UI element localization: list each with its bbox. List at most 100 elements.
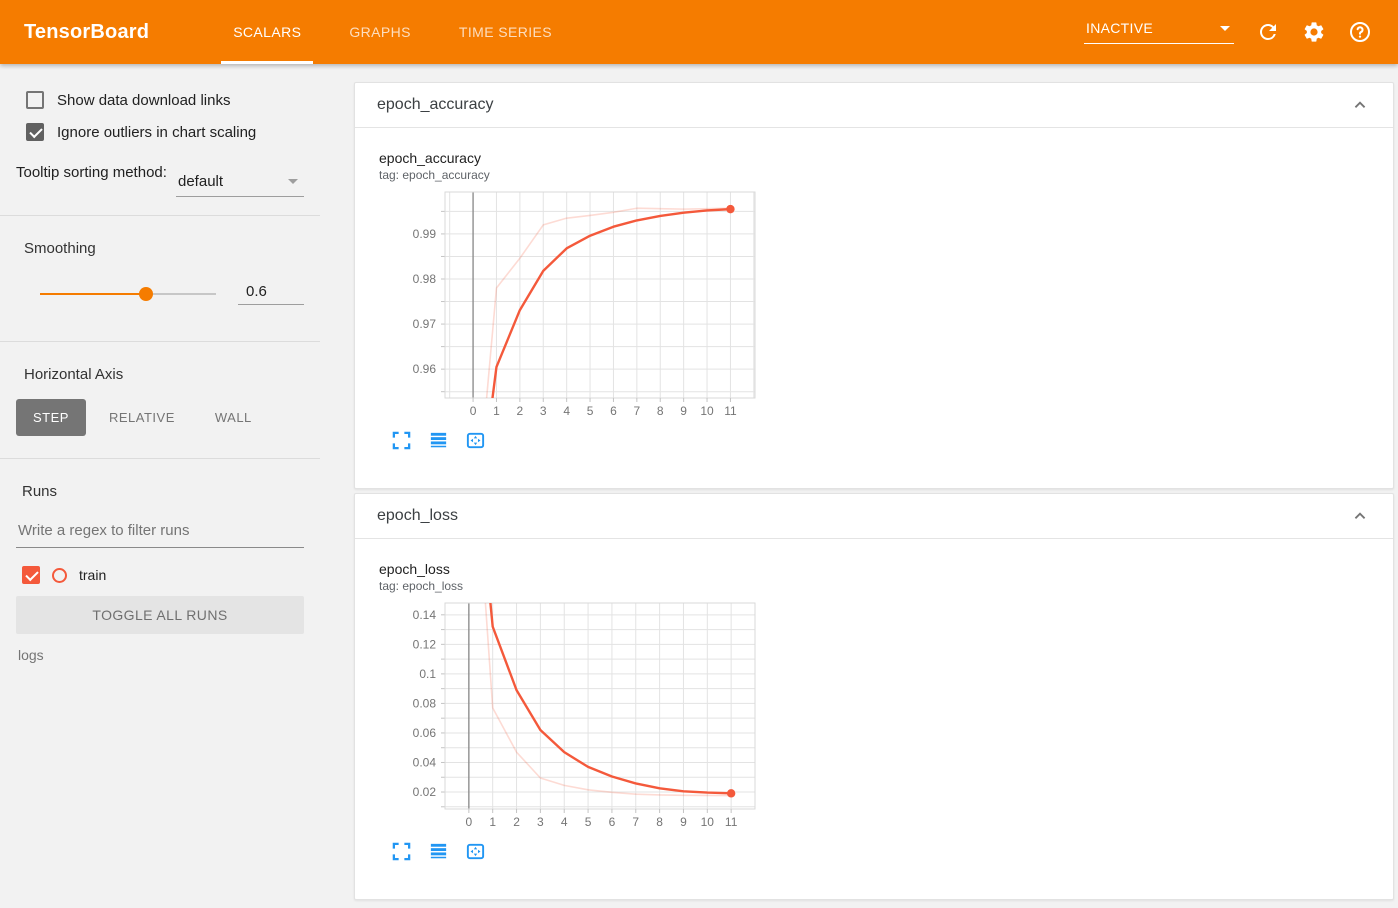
axis-step-button[interactable]: STEP <box>16 399 86 436</box>
run-train-checkbox[interactable] <box>22 566 40 584</box>
run-train-label: train <box>79 567 107 583</box>
card-group-title: epoch_loss <box>377 507 458 524</box>
svg-text:0.96: 0.96 <box>413 362 437 376</box>
toggle-all-runs-button[interactable]: TOGGLE ALL RUNS <box>16 596 304 634</box>
sidebar-divider <box>0 215 320 216</box>
svg-text:5: 5 <box>587 404 594 418</box>
svg-text:3: 3 <box>540 404 547 418</box>
svg-text:10: 10 <box>700 404 714 418</box>
nav-tabs: SCALARS GRAPHS TIME SERIES <box>209 0 576 64</box>
chart-toolbar <box>391 430 1369 451</box>
chart-title: epoch_loss <box>379 561 450 577</box>
show-download-links-checkbox[interactable] <box>26 91 44 109</box>
svg-text:0.04: 0.04 <box>413 755 437 769</box>
chevron-down-icon <box>1220 25 1230 31</box>
run-row-train: train <box>22 566 304 584</box>
runs-label: Runs <box>22 483 58 500</box>
chart-tag: tag: epoch_loss <box>379 579 464 593</box>
card-epoch-accuracy: epoch_accuracy epoch_accuracy tag: epoch… <box>354 82 1394 489</box>
fullscreen-icon[interactable] <box>391 430 412 451</box>
svg-text:9: 9 <box>680 404 687 418</box>
card-header[interactable]: epoch_accuracy <box>355 83 1393 128</box>
svg-text:2: 2 <box>517 404 524 418</box>
axis-wall-button[interactable]: WALL <box>198 399 269 436</box>
tab-scalars[interactable]: SCALARS <box>209 0 325 64</box>
svg-text:0.98: 0.98 <box>413 272 437 286</box>
svg-text:11: 11 <box>724 404 737 418</box>
log-directory-label: logs <box>18 647 44 663</box>
svg-text:4: 4 <box>561 815 568 829</box>
svg-text:5: 5 <box>585 815 592 829</box>
chart-toolbar <box>391 841 1369 862</box>
toggle-size-icon[interactable] <box>428 841 449 862</box>
svg-text:0.08: 0.08 <box>413 696 437 710</box>
svg-text:2: 2 <box>513 815 520 829</box>
tab-graphs[interactable]: GRAPHS <box>325 0 435 64</box>
svg-text:0: 0 <box>470 404 477 418</box>
card-header[interactable]: epoch_loss <box>355 494 1393 539</box>
svg-text:8: 8 <box>657 404 664 418</box>
svg-text:6: 6 <box>610 404 617 418</box>
ignore-outliers-checkbox[interactable] <box>26 123 44 141</box>
smoothing-slider-fill <box>40 293 146 295</box>
refresh-icon[interactable] <box>1256 20 1280 44</box>
smoothing-slider[interactable] <box>40 287 216 301</box>
smoothing-value[interactable]: 0.6 <box>238 283 304 305</box>
header-actions: INACTIVE <box>1084 20 1398 44</box>
card-group-title: epoch_accuracy <box>377 96 494 113</box>
chevron-down-icon <box>288 179 298 184</box>
svg-text:0: 0 <box>466 815 473 829</box>
svg-text:0.97: 0.97 <box>413 317 437 331</box>
sidebar-divider <box>0 458 320 459</box>
chevron-up-icon[interactable] <box>1349 505 1371 527</box>
sidebar-divider <box>0 341 320 342</box>
show-download-links-label: Show data download links <box>57 91 231 109</box>
svg-text:0.14: 0.14 <box>413 608 437 622</box>
chart-tag: tag: epoch_accuracy <box>379 168 490 182</box>
svg-text:6: 6 <box>609 815 616 829</box>
svg-text:0.99: 0.99 <box>413 227 437 241</box>
status-label: INACTIVE <box>1086 20 1153 36</box>
svg-text:8: 8 <box>656 815 663 829</box>
svg-text:0.12: 0.12 <box>413 637 437 651</box>
chart-title: epoch_accuracy <box>379 150 481 166</box>
svg-text:1: 1 <box>493 404 500 418</box>
settings-sidebar: Show data download links Ignore outliers… <box>0 64 320 908</box>
loss-chart[interactable]: 0.02 0.04 0.06 0.08 0.1 0.12 0.14 0 1 2 3 4 5 6 7 8 9 10 1… <box>389 599 757 831</box>
run-color-circle[interactable] <box>52 567 67 583</box>
fit-domain-icon[interactable] <box>465 841 486 862</box>
toggle-size-icon[interactable] <box>428 430 449 451</box>
tab-time-series[interactable]: TIME SERIES <box>435 0 576 64</box>
horizontal-axis-label: Horizontal Axis <box>24 366 124 383</box>
fit-domain-icon[interactable] <box>465 430 486 451</box>
smoothing-label: Smoothing <box>24 240 96 257</box>
status-dropdown[interactable]: INACTIVE <box>1084 20 1234 44</box>
gear-icon[interactable] <box>1302 20 1326 44</box>
ignore-outliers-label: Ignore outliers in chart scaling <box>57 123 257 141</box>
svg-text:4: 4 <box>563 404 570 418</box>
tooltip-sorting-select[interactable]: default <box>176 171 304 197</box>
svg-text:7: 7 <box>634 404 641 418</box>
svg-text:3: 3 <box>537 815 544 829</box>
svg-text:9: 9 <box>680 815 687 829</box>
app-header: TensorBoard SCALARS GRAPHS TIME SERIES I… <box>0 0 1398 64</box>
svg-text:1: 1 <box>489 815 496 829</box>
svg-text:0.02: 0.02 <box>413 785 437 799</box>
accuracy-chart[interactable]: 0.96 0.97 0.98 0.99 0 1 2 3 4 5 6 7 8 9 10 11 <box>389 188 757 420</box>
smoothing-slider-thumb[interactable] <box>138 287 153 301</box>
card-epoch-loss: epoch_loss epoch_loss tag: epoch_loss 0.… <box>354 493 1394 900</box>
fullscreen-icon[interactable] <box>391 841 412 862</box>
axis-relative-button[interactable]: RELATIVE <box>92 399 192 436</box>
svg-text:0.1: 0.1 <box>419 667 436 681</box>
help-icon[interactable] <box>1348 20 1372 44</box>
runs-filter-input[interactable] <box>16 512 304 548</box>
svg-text:0.06: 0.06 <box>413 726 437 740</box>
tooltip-sorting-value: default <box>178 173 224 190</box>
tooltip-sorting-label: Tooltip sorting method: <box>16 164 167 181</box>
svg-text:10: 10 <box>701 815 715 829</box>
dashboard-main: epoch_accuracy epoch_accuracy tag: epoch… <box>320 64 1398 908</box>
app-title: TensorBoard <box>24 20 150 43</box>
svg-text:11: 11 <box>725 815 738 829</box>
svg-text:7: 7 <box>632 815 639 829</box>
chevron-up-icon[interactable] <box>1349 94 1371 116</box>
